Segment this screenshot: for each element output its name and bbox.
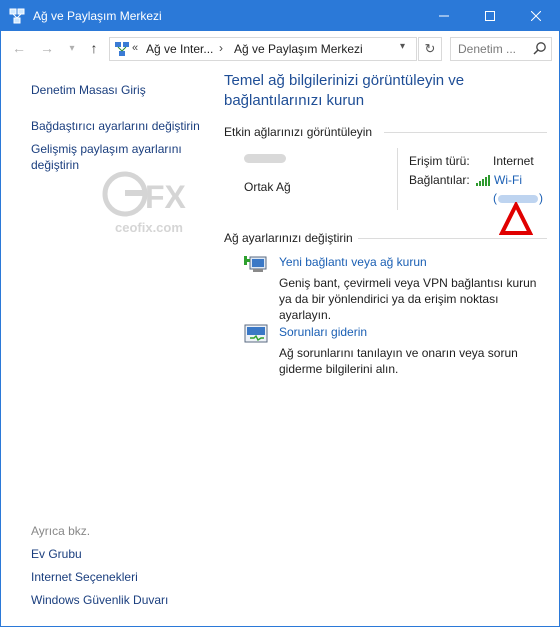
- new-connection-icon: [244, 256, 267, 272]
- left-sidebar: Denetim Masası Giriş Bağdaştırıcı ayarla…: [1, 65, 206, 626]
- troubleshoot-problems-link[interactable]: Sorunları giderin: [279, 325, 367, 339]
- address-bar[interactable]: « Ağ ve Inter... › Ağ ve Paylaşım Merkez…: [109, 37, 417, 61]
- breadcrumb-network-internet[interactable]: Ağ ve Inter...: [146, 42, 213, 56]
- troubleshoot-icon: [244, 324, 268, 343]
- change-adapter-settings-link[interactable]: Bağdaştırıcı ayarlarını değiştirin: [31, 118, 201, 134]
- troubleshoot-problems-description: Ağ sorunlarını tanılayın ve onarın veya …: [279, 346, 518, 376]
- search-icon: [533, 42, 546, 55]
- page-title: Temel ağ bilgilerinizi görüntüleyin ve b…: [224, 72, 465, 109]
- main-content: Temel ağ bilgilerinizi görüntüleyin ve b…: [206, 65, 559, 626]
- section-divider: [384, 132, 547, 133]
- refresh-button[interactable]: ↻: [418, 37, 442, 61]
- network-divider: [397, 148, 398, 210]
- address-dropdown-icon[interactable]: ▾: [400, 41, 405, 52]
- setup-new-connection-description: Geniş bant, çevirmeli veya VPN bağlantıs…: [279, 276, 537, 322]
- breadcrumb-current[interactable]: Ağ ve Paylaşım Merkezi: [234, 42, 363, 56]
- see-also-heading: Ayrıca bkz.: [31, 524, 91, 538]
- minimize-button[interactable]: [421, 1, 467, 31]
- app-window: Ağ ve Paylaşım Merkezi ← → ▾ ↑ « Ağ ve I…: [0, 0, 560, 627]
- access-type-label: Erişim türü:: [409, 154, 470, 168]
- network-center-icon: [9, 8, 25, 24]
- window-title: Ağ ve Paylaşım Merkezi: [33, 9, 162, 23]
- minimize-icon: [439, 15, 449, 17]
- breadcrumb-separator-icon[interactable]: ›: [219, 41, 223, 55]
- windows-firewall-link[interactable]: Windows Güvenlik Duvarı: [31, 592, 168, 608]
- access-type-value: Internet: [493, 154, 534, 168]
- maximize-icon: [485, 11, 495, 21]
- navigation-bar: ← → ▾ ↑ « Ağ ve Inter... › Ağ ve Paylaşı…: [1, 31, 559, 65]
- internet-options-link[interactable]: Internet Seçenekleri: [31, 569, 138, 585]
- control-panel-home-link[interactable]: Denetim Masası Giriş: [31, 82, 146, 98]
- close-button[interactable]: [513, 1, 559, 31]
- breadcrumb-overflow[interactable]: «: [132, 42, 138, 54]
- search-box[interactable]: Denetim ...: [450, 37, 552, 61]
- homegroup-link[interactable]: Ev Grubu: [31, 546, 82, 562]
- network-type-link[interactable]: Ortak Ağ: [244, 180, 291, 194]
- maximize-button[interactable]: [467, 1, 513, 31]
- svg-text:ceofix.com: ceofix.com: [115, 220, 183, 235]
- wifi-signal-icon: [476, 175, 490, 186]
- connections-label: Bağlantılar:: [409, 173, 470, 187]
- setup-new-connection-link[interactable]: Yeni bağlantı veya ağ kurun: [279, 255, 427, 269]
- close-icon: [531, 11, 541, 21]
- section-divider: [358, 238, 547, 239]
- refresh-icon: ↻: [424, 41, 436, 56]
- recent-locations-chevron-icon[interactable]: ▾: [63, 40, 81, 56]
- annotation-triangle-icon: [499, 202, 533, 235]
- svg-text:FX: FX: [145, 179, 187, 215]
- change-settings-heading: Ağ ayarlarınızı değiştirin: [224, 231, 353, 245]
- forward-arrow-icon[interactable]: →: [38, 40, 56, 56]
- title-bar[interactable]: Ağ ve Paylaşım Merkezi: [1, 1, 559, 31]
- up-arrow-icon[interactable]: ↑: [85, 40, 103, 56]
- watermark-logo: FX ceofix.com: [102, 171, 187, 235]
- back-arrow-icon[interactable]: ←: [10, 40, 28, 56]
- search-placeholder: Denetim ...: [458, 42, 517, 56]
- advanced-sharing-settings-link[interactable]: Gelişmiş paylaşım ayarlarını değiştirin: [31, 141, 201, 173]
- active-networks-heading: Etkin ağlarınızı görüntüleyin: [224, 125, 373, 139]
- wifi-connection-link[interactable]: Wi-Fi: [494, 173, 522, 187]
- control-panel-icon: [115, 42, 129, 56]
- network-name-redacted: [244, 154, 286, 163]
